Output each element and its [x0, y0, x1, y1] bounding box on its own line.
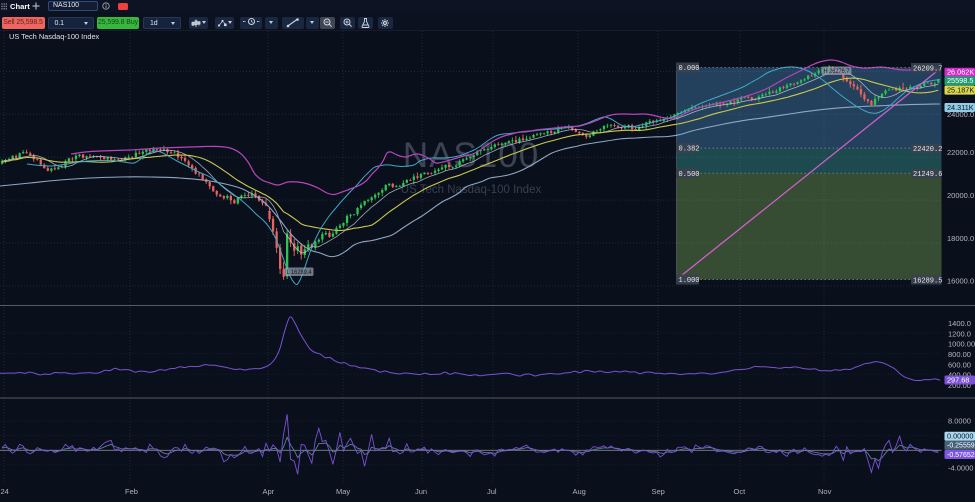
- svg-text:1.000: 1.000: [679, 277, 700, 285]
- svg-text:26209.7: 26209.7: [913, 65, 942, 73]
- svg-text:0.382: 0.382: [679, 146, 700, 154]
- svg-text:-4.0000: -4.0000: [948, 464, 973, 473]
- svg-text:-0.57652: -0.57652: [947, 452, 975, 459]
- svg-text:0.00000: 0.00000: [947, 432, 973, 441]
- svg-text:25598.5: 25598.5: [947, 76, 973, 85]
- svg-text:1200.0: 1200.0: [948, 329, 971, 338]
- svg-text:Nov: Nov: [818, 487, 832, 496]
- svg-text:L 16289.4: L 16289.4: [287, 269, 312, 276]
- svg-text:24.311K: 24.311K: [947, 103, 974, 112]
- svg-text:-0.25559: -0.25559: [947, 443, 975, 450]
- svg-text:May: May: [336, 487, 350, 496]
- svg-text:Sep: Sep: [652, 487, 665, 496]
- svg-text:22420.2: 22420.2: [913, 146, 942, 154]
- svg-text:1400.0: 1400.0: [948, 319, 971, 328]
- svg-text:24: 24: [1, 487, 9, 496]
- svg-text:0.000: 0.000: [679, 65, 700, 73]
- svg-text:25.187K: 25.187K: [947, 85, 974, 94]
- svg-text:16289.5: 16289.5: [913, 277, 942, 285]
- svg-text:297.68: 297.68: [947, 375, 969, 384]
- svg-text:US Tech Nasdaq-100 Index: US Tech Nasdaq-100 Index: [9, 32, 100, 41]
- svg-text:H 26276.7: H 26276.7: [824, 68, 850, 75]
- svg-text:Jun: Jun: [415, 487, 427, 496]
- svg-text:21249.6: 21249.6: [913, 171, 942, 179]
- svg-text:Feb: Feb: [125, 487, 138, 496]
- svg-text:Aug: Aug: [573, 487, 586, 496]
- svg-text:0.500: 0.500: [679, 171, 700, 179]
- svg-text:8.0000: 8.0000: [948, 417, 971, 426]
- svg-text:1000.00: 1000.00: [948, 340, 975, 349]
- svg-text:18000.0: 18000.0: [947, 234, 974, 243]
- svg-text:20000.0: 20000.0: [947, 191, 974, 200]
- svg-text:600.00: 600.00: [948, 360, 971, 369]
- svg-text:Jul: Jul: [487, 487, 497, 496]
- svg-text:Oct: Oct: [734, 487, 747, 496]
- svg-text:800.00: 800.00: [948, 350, 971, 359]
- svg-text:16000.0: 16000.0: [947, 277, 974, 286]
- svg-text:Apr: Apr: [263, 487, 275, 496]
- svg-text:22000.0: 22000.0: [947, 148, 974, 157]
